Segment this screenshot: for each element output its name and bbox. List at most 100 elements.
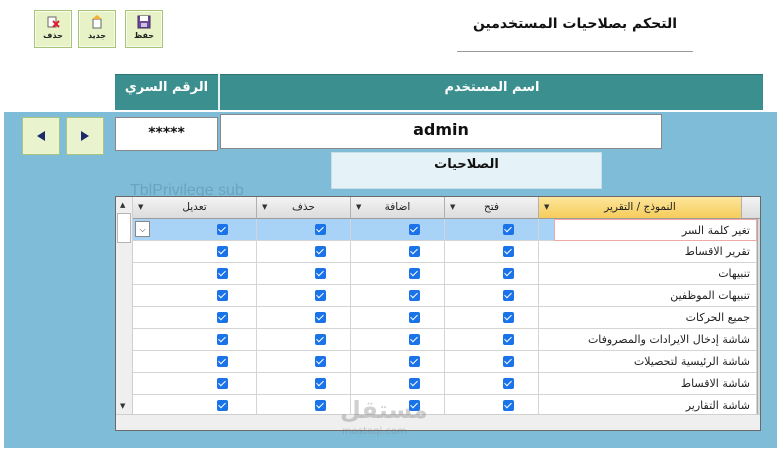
delete-checkbox[interactable] bbox=[315, 378, 326, 389]
add-checkbox[interactable] bbox=[409, 224, 420, 235]
open-checkbox[interactable] bbox=[503, 356, 514, 367]
permissions-grid[interactable]: ▲ ▼ ▼ تعديل ▼ حذف ▼ اضافة ▼ فتح ▼ النموذ… bbox=[115, 196, 761, 431]
new-button[interactable]: جديد bbox=[78, 10, 116, 48]
col-header-edit[interactable]: ▼ تعديل bbox=[133, 197, 257, 219]
panel-bottom-edge bbox=[0, 448, 777, 452]
dropdown-arrow-icon[interactable]: ▼ bbox=[138, 197, 143, 218]
delete-button-label: حذف bbox=[43, 31, 63, 40]
grid-cell bbox=[351, 329, 445, 351]
combo-dropdown-icon[interactable]: ⌵ bbox=[135, 221, 150, 237]
delete-checkbox[interactable] bbox=[315, 356, 326, 367]
form-name-cell[interactable]: تغير كلمة السر bbox=[554, 219, 757, 241]
dropdown-arrow-icon[interactable]: ▼ bbox=[544, 197, 549, 218]
scroll-up-icon[interactable]: ▲ bbox=[120, 201, 125, 209]
add-checkbox[interactable] bbox=[409, 290, 420, 301]
edit-checkbox[interactable] bbox=[217, 378, 228, 389]
next-record-button[interactable] bbox=[66, 117, 104, 155]
table-row[interactable]: تغير كلمة السر ⌵ bbox=[133, 219, 760, 241]
prev-record-button[interactable] bbox=[22, 117, 60, 155]
form-name-cell[interactable]: تقرير الاقساط bbox=[554, 241, 757, 263]
form-name-cell[interactable]: شاشة الرئيسية لتحصيلات bbox=[554, 351, 757, 373]
add-checkbox[interactable] bbox=[409, 356, 420, 367]
grid-cell bbox=[133, 329, 257, 351]
grid-cell bbox=[257, 219, 351, 241]
row-selector[interactable] bbox=[757, 241, 760, 263]
scroll-down-icon[interactable]: ▼ bbox=[120, 402, 125, 410]
edit-checkbox[interactable] bbox=[217, 268, 228, 279]
delete-checkbox[interactable] bbox=[315, 312, 326, 323]
edit-checkbox[interactable] bbox=[217, 290, 228, 301]
save-button[interactable]: حفظ bbox=[125, 10, 163, 48]
table-row[interactable]: تنبيهات bbox=[133, 263, 760, 285]
table-row[interactable]: تقرير الاقساط bbox=[133, 241, 760, 263]
open-checkbox[interactable] bbox=[503, 290, 514, 301]
grid-cell bbox=[445, 263, 539, 285]
edit-checkbox[interactable] bbox=[217, 334, 228, 345]
grid-cell bbox=[133, 307, 257, 329]
edit-checkbox[interactable] bbox=[217, 400, 228, 411]
floppy-disk-icon bbox=[137, 15, 151, 29]
table-row[interactable]: شاشة الرئيسية لتحصيلات bbox=[133, 351, 760, 373]
grid-cell bbox=[445, 373, 539, 395]
scroll-thumb[interactable] bbox=[117, 213, 131, 243]
col-header-add[interactable]: ▼ اضافة bbox=[351, 197, 445, 219]
col-header-form[interactable]: ▼ النموذج / التقرير bbox=[539, 197, 742, 219]
row-selector[interactable] bbox=[757, 351, 760, 373]
table-row[interactable]: تنبيهات الموظفين bbox=[133, 285, 760, 307]
form-name-cell[interactable]: تنبيهات الموظفين bbox=[554, 285, 757, 307]
col-header-open[interactable]: ▼ فتح bbox=[445, 197, 539, 219]
edit-checkbox[interactable] bbox=[217, 356, 228, 367]
grid-cell bbox=[445, 219, 539, 241]
delete-checkbox[interactable] bbox=[315, 290, 326, 301]
open-checkbox[interactable] bbox=[503, 400, 514, 411]
open-checkbox[interactable] bbox=[503, 378, 514, 389]
form-name-cell[interactable]: شاشة إدخال الايرادات والمصروفات bbox=[554, 329, 757, 351]
edit-checkbox[interactable] bbox=[217, 246, 228, 257]
edit-checkbox[interactable] bbox=[217, 312, 228, 323]
table-row[interactable]: شاشة الاقساط bbox=[133, 373, 760, 395]
delete-checkbox[interactable] bbox=[315, 246, 326, 257]
row-selector[interactable] bbox=[757, 219, 760, 241]
row-selector[interactable] bbox=[757, 307, 760, 329]
delete-checkbox[interactable] bbox=[315, 334, 326, 345]
dropdown-arrow-icon[interactable]: ▼ bbox=[356, 197, 361, 218]
open-checkbox[interactable] bbox=[503, 224, 514, 235]
open-checkbox[interactable] bbox=[503, 334, 514, 345]
add-checkbox[interactable] bbox=[409, 268, 420, 279]
form-name-cell[interactable]: جميع الحركات bbox=[554, 307, 757, 329]
grid-corner bbox=[742, 197, 760, 219]
form-name-cell[interactable]: شاشة الاقساط bbox=[554, 373, 757, 395]
grid-cell bbox=[351, 219, 445, 241]
add-checkbox[interactable] bbox=[409, 312, 420, 323]
grid-cell bbox=[257, 263, 351, 285]
add-checkbox[interactable] bbox=[409, 246, 420, 257]
row-selector[interactable] bbox=[757, 285, 760, 307]
delete-checkbox[interactable] bbox=[315, 400, 326, 411]
grid-cell bbox=[351, 263, 445, 285]
open-checkbox[interactable] bbox=[503, 268, 514, 279]
delete-checkbox[interactable] bbox=[315, 224, 326, 235]
table-row[interactable]: جميع الحركات bbox=[133, 307, 760, 329]
dropdown-arrow-icon[interactable]: ▼ bbox=[262, 197, 267, 218]
table-row[interactable]: شاشة إدخال الايرادات والمصروفات bbox=[133, 329, 760, 351]
horizontal-scrollbar[interactable] bbox=[116, 414, 760, 430]
row-selector[interactable] bbox=[757, 329, 760, 351]
open-checkbox[interactable] bbox=[503, 312, 514, 323]
dropdown-arrow-icon[interactable]: ▼ bbox=[450, 197, 455, 218]
col-header-form-label: النموذج / التقرير bbox=[604, 201, 676, 213]
add-checkbox[interactable] bbox=[409, 378, 420, 389]
header-separator bbox=[218, 74, 220, 110]
row-selector[interactable] bbox=[757, 263, 760, 285]
edit-checkbox[interactable] bbox=[217, 224, 228, 235]
delete-button[interactable]: حذف bbox=[34, 10, 72, 48]
row-selector[interactable] bbox=[757, 373, 760, 395]
open-checkbox[interactable] bbox=[503, 246, 514, 257]
username-field[interactable]: admin bbox=[220, 114, 662, 149]
vertical-scrollbar[interactable]: ▲ ▼ bbox=[116, 197, 133, 430]
delete-checkbox[interactable] bbox=[315, 268, 326, 279]
password-field[interactable]: ***** bbox=[115, 117, 218, 151]
col-header-delete[interactable]: ▼ حذف bbox=[257, 197, 351, 219]
col-header-open-label: فتح bbox=[484, 201, 499, 213]
add-checkbox[interactable] bbox=[409, 334, 420, 345]
form-name-cell[interactable]: تنبيهات bbox=[554, 263, 757, 285]
